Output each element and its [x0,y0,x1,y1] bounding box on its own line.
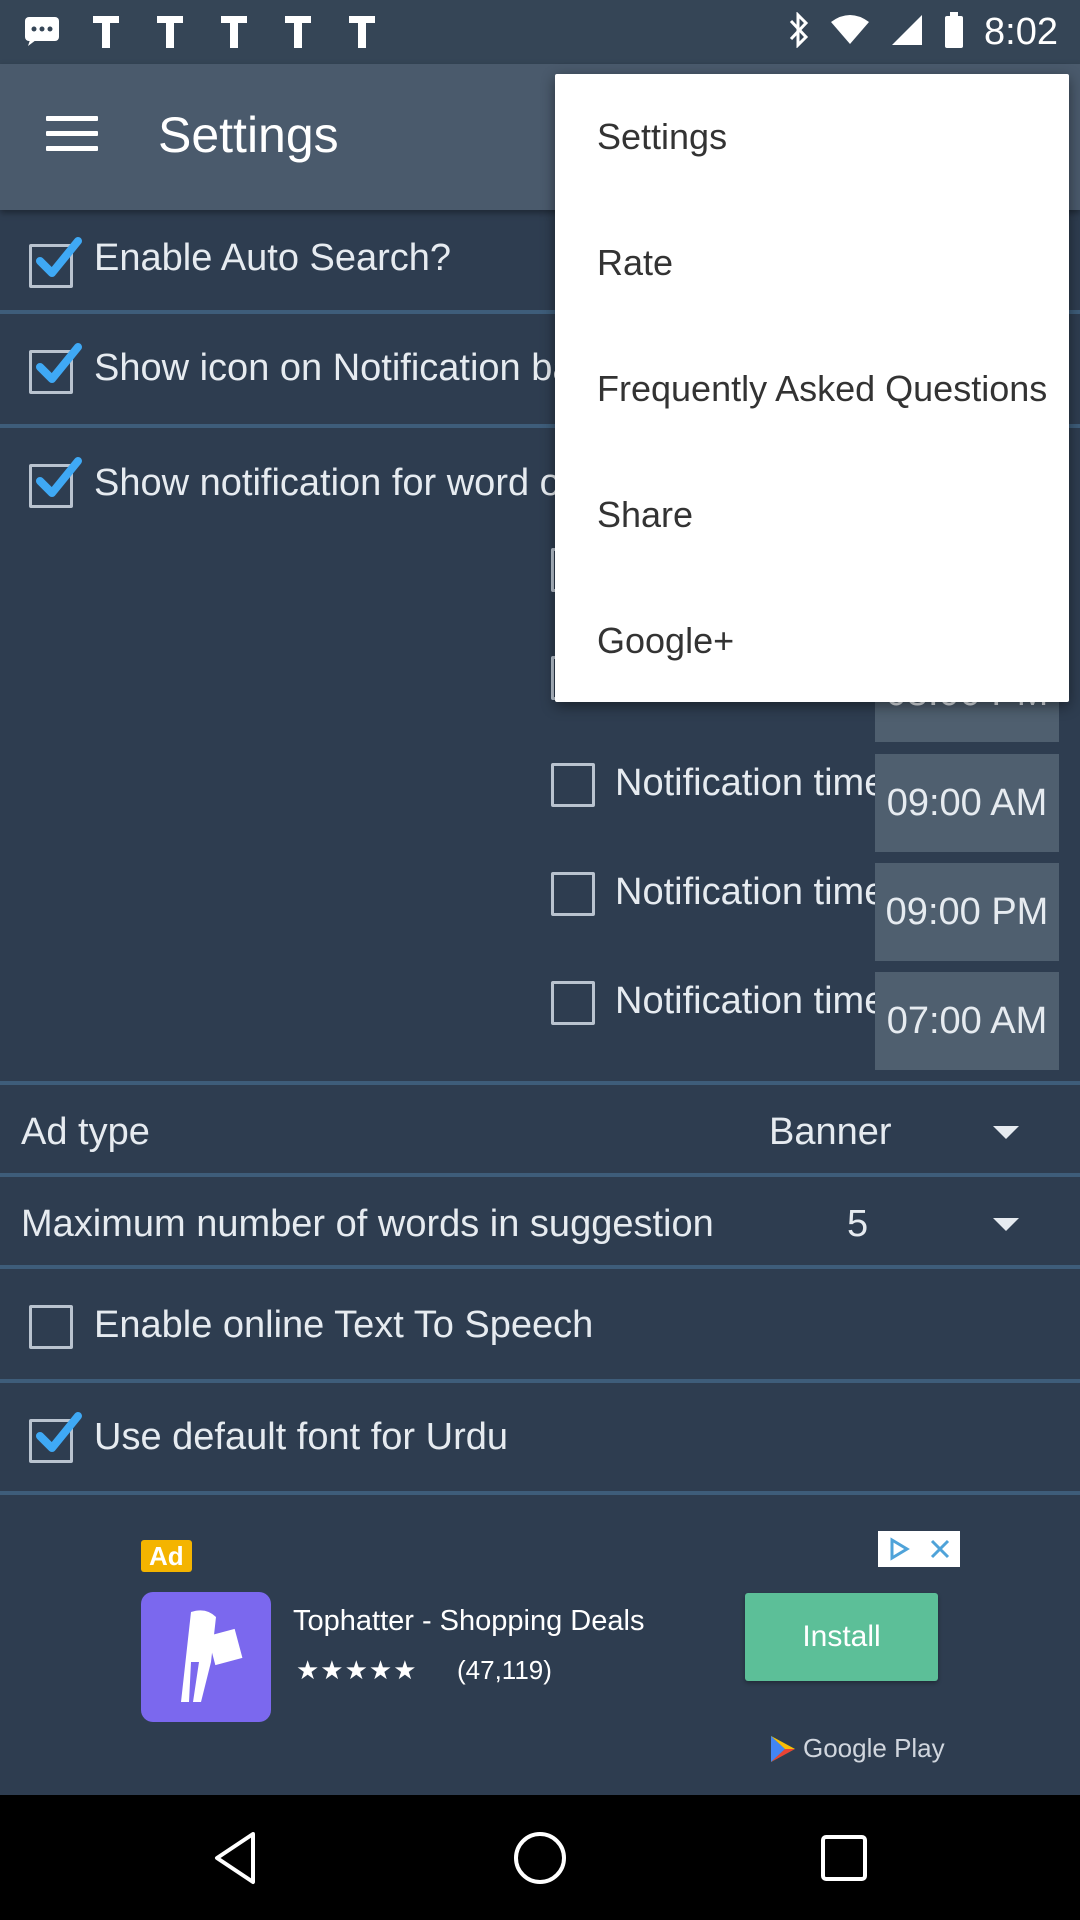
recents-icon[interactable] [809,1823,879,1893]
word-of-day-checkbox[interactable] [29,457,82,508]
urdu-font-checkbox[interactable] [29,1412,82,1463]
ad-app-icon[interactable] [141,1592,271,1722]
app-notification-icon [152,14,188,48]
menu-hamburger-icon[interactable] [46,116,98,156]
max-words-label: Maximum number of words in suggestion [21,1203,714,1245]
notification-time-checkbox[interactable] [551,872,595,916]
dropdown-arrow-icon[interactable] [993,1126,1019,1139]
notification-time-label: Notification time [615,980,886,1022]
notification-time-checkbox[interactable] [551,981,595,1025]
max-words-value[interactable]: 5 [847,1203,868,1246]
dropdown-arrow-icon[interactable] [993,1218,1019,1231]
status-system-icons: 8:02 [788,8,1058,56]
auto-search-label: Enable Auto Search? [94,237,452,279]
ad-badge: Ad [141,1540,192,1572]
checkmark-icon [36,343,82,383]
battery-icon [944,11,964,53]
install-button[interactable]: Install [745,1593,938,1681]
google-play-label: Google Play [803,1733,945,1763]
app-notification-icon [280,14,316,48]
menu-item-share[interactable]: Share [597,494,693,536]
status-bar: 8:02 [0,0,1080,64]
menu-item-google-plus[interactable]: Google+ [597,620,734,662]
notification-time-checkbox[interactable] [551,763,595,807]
google-play-badge: Google Play [769,1733,945,1764]
notification-time-label: Notification time [615,762,886,804]
app-notification-icon [216,14,252,48]
setting-max-words[interactable]: Maximum number of words in suggestion 5 [0,1177,1080,1267]
back-icon[interactable] [200,1823,270,1893]
notification-icon-label: Show icon on Notification bar [94,347,587,389]
ad-choices[interactable] [878,1531,960,1567]
ad-type-value[interactable]: Banner [769,1111,892,1154]
ad-rating-count: (47,119) [457,1655,552,1685]
notification-time-value[interactable]: 07:00 AM [875,972,1059,1070]
close-icon[interactable] [919,1531,960,1567]
online-tts-label: Enable online Text To Speech [94,1304,594,1346]
word-of-day-label: Show notification for word of th [94,462,614,504]
ad-banner[interactable]: Ad Tophatter - Shopping Deals ★★★★★ (47,… [0,1495,1080,1795]
urdu-font-label: Use default font for Urdu [94,1416,508,1458]
navigation-bar [0,1795,1080,1920]
notification-time-value[interactable]: 09:00 PM [875,863,1059,961]
status-notification-icons [24,14,380,48]
auto-search-checkbox[interactable] [29,237,82,288]
checkmark-icon [36,457,82,497]
page-title: Settings [158,107,339,163]
app-notification-icon [344,14,380,48]
ad-choices-icon[interactable] [878,1531,919,1567]
checkmark-icon [36,237,82,277]
notification-time-value[interactable]: 09:00 AM [875,754,1059,852]
google-play-icon [771,1735,795,1762]
online-tts-checkbox[interactable] [29,1305,73,1349]
setting-urdu-font[interactable]: Use default font for Urdu [0,1383,1080,1493]
rating-stars-icon: ★★★★★ [296,1655,418,1685]
ad-type-label: Ad type [21,1111,150,1153]
wifi-icon [830,14,870,51]
status-time: 8:02 [984,10,1058,53]
messages-icon [24,14,60,48]
notification-time-label: Notification time [615,871,886,913]
menu-item-rate[interactable]: Rate [597,242,673,284]
notification-icon-checkbox[interactable] [29,343,82,394]
home-icon[interactable] [505,1823,575,1893]
signal-icon [890,13,924,52]
setting-online-tts[interactable]: Enable online Text To Speech [0,1269,1080,1379]
overflow-menu: Settings Rate Frequently Asked Questions… [555,74,1069,702]
checkmark-icon [36,1412,82,1452]
ad-title[interactable]: Tophatter - Shopping Deals [293,1605,644,1638]
menu-item-faq[interactable]: Frequently Asked Questions [597,368,1047,410]
setting-ad-type[interactable]: Ad type Banner [0,1085,1080,1175]
bluetooth-icon [788,10,810,53]
menu-item-settings[interactable]: Settings [597,116,727,158]
app-notification-icon [88,14,124,48]
